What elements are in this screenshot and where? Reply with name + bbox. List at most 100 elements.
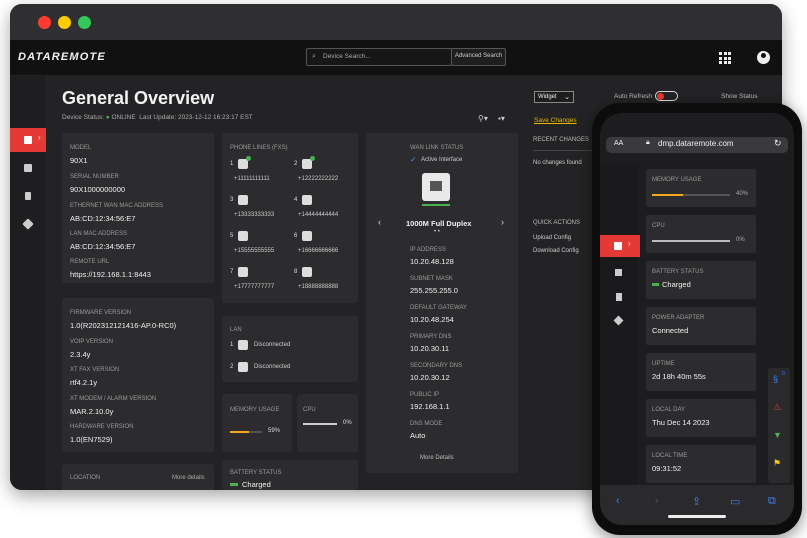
- wifi-icon[interactable]: ▼: [773, 430, 782, 440]
- back-icon[interactable]: ‹: [616, 495, 620, 507]
- sidebar-item-layers[interactable]: [22, 218, 34, 230]
- battery-icon: [230, 483, 238, 486]
- mobile-battery-card: BATTERY STATUS Charged: [646, 261, 756, 299]
- mobile-local-day-value: Thu Dec 14 2023: [652, 418, 710, 427]
- auto-refresh-toggle[interactable]: [655, 91, 678, 101]
- hardware-value: 1.0(EN7529): [70, 435, 113, 444]
- memory-card: MEMORY USAGE 59%: [222, 394, 292, 452]
- phone-line-number: +17777777777: [234, 284, 275, 290]
- phone-line-icon: [302, 195, 312, 205]
- battery-value: Charged: [242, 480, 271, 489]
- primary-dns-value: 10.20.30.11: [410, 344, 450, 353]
- lan-port-icon: [238, 340, 248, 350]
- network-icon[interactable]: §: [773, 374, 778, 384]
- phone-line-number: +18888888888: [298, 284, 339, 290]
- serial-label: SERIAL NUMBER: [70, 174, 119, 180]
- user-account-icon[interactable]: [757, 51, 770, 64]
- mobile-sidebar-item-layers[interactable]: [613, 315, 624, 326]
- sidebar-item-devices[interactable]: [24, 164, 32, 172]
- location-pin-icon[interactable]: ⚲▾: [478, 114, 488, 123]
- mobile-local-day-label: LOCAL DAY: [652, 407, 686, 413]
- secondary-dns-label: SECONDARY DNS: [410, 363, 463, 369]
- phone-line-item[interactable]: 8 +18888888888: [294, 267, 354, 297]
- mobile-url-bar[interactable]: AA 🔒︎ dmp.dataremote.com ↻: [606, 137, 788, 153]
- lan-port-index: 1: [230, 342, 234, 348]
- device-search-input[interactable]: ⌕ Device Search...: [306, 48, 452, 66]
- mobile-sidebar-item-documents[interactable]: [616, 293, 622, 301]
- ethernet-port-icon: [422, 173, 450, 201]
- battery-card: BATTERY STATUS Charged: [222, 460, 358, 490]
- dashboard-icon: [24, 136, 32, 144]
- filter-icon[interactable]: ▪▾: [498, 114, 505, 123]
- mobile-memory-bar-fill: [652, 194, 684, 196]
- mobile-sidebar-item-devices[interactable]: [615, 269, 622, 276]
- sidebar-item-documents[interactable]: [25, 192, 31, 200]
- forward-icon[interactable]: ›: [655, 495, 659, 507]
- search-icon: ⌕: [312, 53, 316, 60]
- tabs-icon[interactable]: ⧉: [768, 495, 776, 508]
- phone-line-item[interactable]: 4 +14444444444: [294, 195, 354, 225]
- phone-line-number-index: 2: [294, 161, 298, 167]
- remote-url-value[interactable]: https://192.168.1.1:8443: [70, 270, 151, 279]
- reload-icon[interactable]: ↻: [774, 138, 782, 149]
- model-label: MODEL: [70, 145, 92, 151]
- mobile-screen: AA 🔒︎ dmp.dataremote.com ↻ › MEMORY USAG…: [600, 113, 794, 525]
- lan-port-icon: [238, 362, 248, 372]
- mobile-browser-toolbar: ‹ › ⇪ ▭ ⧉: [600, 485, 794, 525]
- phone-line-item[interactable]: 2 +12222222222: [294, 156, 354, 189]
- recent-changes-title: RECENT CHANGES: [533, 137, 589, 143]
- phone-line-item[interactable]: 5 +15555555555: [230, 231, 290, 261]
- mobile-uptime-card: UPTIME 2d 18h 40m 55s: [646, 353, 756, 391]
- lan-port-item[interactable]: 1 Disconnected: [230, 340, 350, 356]
- phone-line-icon: [302, 231, 312, 241]
- location-label: LOCATION: [70, 475, 101, 481]
- sidebar-item-overview[interactable]: ›: [10, 128, 48, 152]
- lan-port-item[interactable]: 2 Disconnected: [230, 362, 350, 378]
- recent-empty-text: No changes found: [533, 160, 582, 166]
- primary-dns-label: PRIMARY DNS: [410, 334, 452, 340]
- dns-mode-value: Auto: [410, 431, 426, 440]
- apps-grid-icon[interactable]: [719, 52, 731, 64]
- phone-line-item[interactable]: 3 +13333333333: [230, 195, 290, 225]
- notification-icon[interactable]: ⚑: [773, 458, 781, 469]
- zoom-window-button[interactable]: [78, 16, 91, 29]
- mobile-battery-icon: [652, 283, 659, 286]
- phone-line-item[interactable]: 1 +11111111111: [230, 156, 290, 189]
- wan-more-details-link[interactable]: More Details: [420, 455, 454, 461]
- fax-label: XT FAX VERSION: [70, 367, 120, 373]
- lan-title: LAN: [230, 327, 242, 333]
- phone-line-number-index: 7: [230, 269, 234, 275]
- lan-port-status: Disconnected: [254, 364, 291, 370]
- bookmarks-icon[interactable]: ▭: [730, 495, 740, 508]
- prev-interface-button[interactable]: ‹: [378, 217, 381, 227]
- next-interface-button[interactable]: ›: [501, 217, 504, 227]
- save-changes-link[interactable]: Save Changes: [534, 117, 577, 124]
- phone-line-number-index: 4: [294, 197, 298, 203]
- upload-config-link[interactable]: Upload Config: [533, 235, 571, 241]
- share-icon[interactable]: ⇪: [692, 495, 701, 508]
- network-badge: 0: [782, 371, 785, 377]
- phone-line-item[interactable]: 6 +16666666666: [294, 231, 354, 261]
- show-status-button[interactable]: Show Status: [721, 93, 758, 100]
- dataremote-logo[interactable]: DATAREMOTE: [18, 51, 106, 63]
- ip-label: IP ADDRESS: [410, 247, 446, 253]
- close-window-button[interactable]: [38, 16, 51, 29]
- mobile-cpu-card: CPU 0%: [646, 215, 756, 253]
- widget-select[interactable]: Widget ⌄: [534, 91, 574, 103]
- memory-bar-fill: [230, 431, 249, 433]
- location-card: LOCATION More details: [62, 464, 214, 490]
- mobile-sidebar-item-overview[interactable]: ›: [600, 235, 640, 257]
- memory-label: MEMORY USAGE: [230, 407, 280, 413]
- alert-icon[interactable]: ⚠: [773, 402, 781, 413]
- mobile-memory-card: MEMORY USAGE 40%: [646, 169, 756, 207]
- location-more-details-link[interactable]: More details: [172, 475, 205, 481]
- serial-value: 90X1000000000: [70, 185, 126, 194]
- reader-aa-button[interactable]: AA: [614, 140, 623, 147]
- minimize-window-button[interactable]: [58, 16, 71, 29]
- model-value: 90X1: [70, 156, 88, 165]
- mobile-memory-value: 40%: [736, 191, 749, 197]
- advanced-search-button[interactable]: Advanced Search: [451, 48, 506, 66]
- phone-line-item[interactable]: 7 +17777777777: [230, 267, 290, 297]
- download-config-link[interactable]: Download Config: [533, 248, 579, 254]
- modem-value: MAR.2.10.0y: [70, 407, 114, 416]
